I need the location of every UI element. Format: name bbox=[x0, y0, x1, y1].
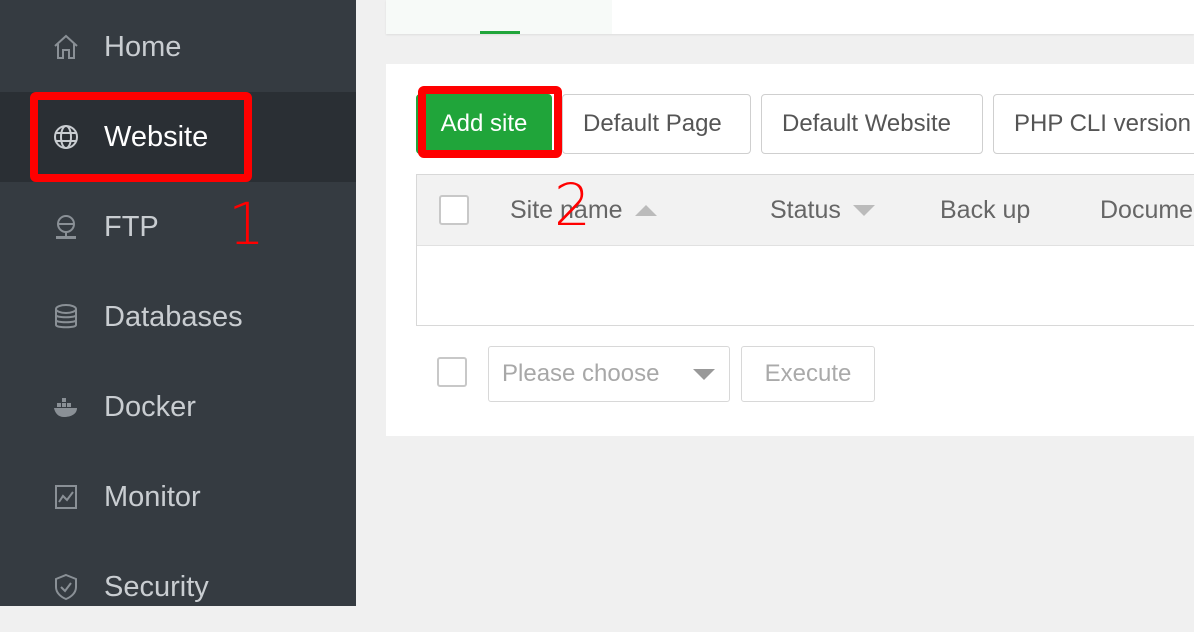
sidebar-item-label: Monitor bbox=[104, 480, 201, 513]
sidebar-item-label: Security bbox=[104, 570, 209, 603]
column-backup: Back up bbox=[940, 175, 1030, 245]
column-label: Status bbox=[770, 195, 841, 224]
column-label: Document bbox=[1100, 195, 1194, 224]
sidebar-item-security[interactable]: Security bbox=[0, 542, 356, 632]
annotation-box-1 bbox=[30, 92, 252, 182]
column-status[interactable]: Status bbox=[770, 175, 875, 245]
sidebar-item-ftp[interactable]: FTP bbox=[0, 182, 356, 272]
sidebar-item-docker[interactable]: Docker bbox=[0, 362, 356, 452]
select-all-cell bbox=[439, 175, 469, 245]
column-label: Back up bbox=[940, 195, 1031, 224]
execute-button[interactable]: Execute bbox=[741, 346, 875, 402]
default-page-button[interactable]: Default Page bbox=[562, 94, 751, 154]
annotation-number-1: 1 bbox=[228, 190, 265, 258]
annotation-number-2: 2 bbox=[554, 171, 591, 239]
shield-icon bbox=[50, 571, 82, 603]
top-tab-bar bbox=[386, 0, 1194, 34]
select-placeholder: Please choose bbox=[502, 360, 660, 387]
sidebar-item-label: Docker bbox=[104, 390, 196, 423]
monitor-icon bbox=[50, 481, 82, 513]
home-icon bbox=[50, 31, 82, 63]
sidebar-item-databases[interactable]: Databases bbox=[0, 272, 356, 362]
site-table: Site name Status Back up Document bbox=[416, 174, 1194, 326]
batch-action-select[interactable]: Please choose bbox=[488, 346, 730, 402]
column-document: Document bbox=[1100, 175, 1194, 245]
sort-desc-icon bbox=[852, 204, 875, 216]
batch-select-checkbox[interactable] bbox=[437, 357, 467, 387]
sidebar: Home Website FTP Databases Docker Monito… bbox=[0, 0, 356, 606]
annotation-box-2 bbox=[418, 86, 562, 158]
default-website-button[interactable]: Default Website bbox=[761, 94, 983, 154]
sidebar-item-home[interactable]: Home bbox=[0, 2, 356, 92]
sidebar-item-monitor[interactable]: Monitor bbox=[0, 452, 356, 542]
tab-active[interactable] bbox=[386, 0, 612, 34]
sidebar-item-label: FTP bbox=[104, 210, 159, 243]
table-header: Site name Status Back up Document bbox=[417, 175, 1194, 246]
chevron-down-icon bbox=[693, 369, 715, 380]
ftp-icon bbox=[50, 211, 82, 243]
database-icon bbox=[50, 301, 82, 333]
php-cli-version-button[interactable]: PHP CLI version bbox=[993, 94, 1194, 154]
tab-indicator bbox=[480, 31, 520, 34]
select-all-checkbox[interactable] bbox=[439, 195, 469, 225]
docker-icon bbox=[50, 391, 82, 423]
sidebar-item-label: Databases bbox=[104, 300, 243, 333]
sidebar-item-label: Home bbox=[104, 30, 182, 63]
sort-asc-icon bbox=[634, 204, 657, 216]
